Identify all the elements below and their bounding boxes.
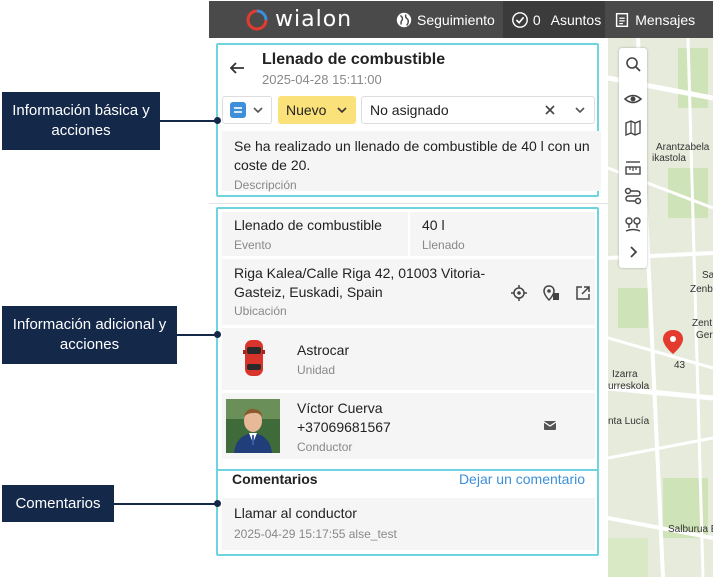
divider [209,203,608,204]
status-select[interactable]: Nuevo [278,96,356,124]
send-message-icon[interactable] [541,416,559,434]
callout-dot [214,331,221,338]
description-block: Se ha realizado un llenado de combustibl… [222,131,601,192]
status-label: Nuevo [286,102,327,118]
unit-label: Unidad [297,363,336,377]
nav-tracking[interactable]: Seguimiento [387,1,503,38]
fill-value: 40 l [422,217,445,233]
add-comment-link[interactable]: Dejar un comentario [459,471,585,487]
map-label: 43 [674,360,686,371]
map-label: urreskola [608,381,650,392]
open-external-icon[interactable] [574,284,592,302]
chevron-right-icon[interactable] [623,242,643,262]
map-label: Sa [702,270,713,281]
callout-dot [214,500,221,507]
event-cell: Llenado de combustible Evento [222,212,408,256]
map-layers-icon[interactable] [623,118,643,138]
map-label: Salburua Bk [668,524,713,535]
fill-label: Llenado [422,238,465,252]
map-label: Arantzabela [656,142,710,153]
callout-leader [160,120,218,122]
nav-tracking-label: Seguimiento [417,11,495,28]
chevron-down-icon [253,107,263,114]
nav-messages-label: Mensajes [635,11,696,28]
event-value: Llenado de combustible [234,217,382,233]
additional-info-section: Llenado de combustible Evento 40 l Llena… [216,207,599,496]
driver-name: Víctor Cuerva [297,400,383,416]
chevron-down-icon [575,107,585,114]
brand-name: wialon [275,7,353,32]
chevron-down-icon [337,107,348,114]
callout-leader [177,334,218,336]
car-icon [243,340,265,376]
geofence-pins-icon[interactable] [623,214,643,234]
back-arrow-icon[interactable] [228,59,246,77]
assignee-value: No asignado [370,102,449,118]
show-on-map-icon[interactable] [510,284,528,302]
brand-logo[interactable]: wialon [245,7,365,32]
callout-basic-info-text: Información básica y acciones [12,102,150,139]
unit-value: Astrocar [297,342,350,358]
callout-comments-text: Comentarios [15,494,101,512]
map-toolbar [619,48,647,268]
callout-additional-info: Información adicional y acciones [2,306,177,364]
map-label: Izarra [612,369,638,380]
callout-comments: Comentarios [2,485,114,522]
comment-item: Llamar al conductor 2025-04-29 15:17:55 … [222,498,595,550]
event-label: Evento [234,238,272,252]
callout-dot [214,117,221,124]
wialon-logo-icon [246,9,268,30]
issues-count: 0 [532,11,541,28]
nav-messages[interactable]: Mensajes [605,1,703,38]
comment-meta: 2025-04-29 15:17:55 alse_test [234,527,397,541]
basic-info-section: Llenado de combustible 2025-04-28 15:11:… [216,43,601,197]
eye-icon[interactable] [623,89,643,109]
description-label: Descripción [234,178,297,192]
location-cell: Riga Kalea/Calle Riga 42, 01003 Vitoria-… [222,259,595,325]
create-geofence-icon[interactable] [542,284,560,302]
location-value: Riga Kalea/Calle Riga 42, 01003 Vitoria-… [234,265,486,300]
messages-icon [616,12,629,27]
map-label: Zent [692,318,713,329]
driver-avatar [226,399,280,453]
comments-section: Comentarios Dejar un comentario Llamar a… [216,469,599,556]
nav-issues-label: Asuntos [550,11,602,28]
assignee-select[interactable]: No asignado [361,96,595,124]
route-icon[interactable] [623,186,643,206]
comment-text: Llamar al conductor [234,505,357,521]
event-title: Llenado de combustible [262,51,446,68]
driver-phone: +37069681567 [297,419,391,435]
clear-icon[interactable] [544,104,556,116]
search-icon[interactable] [623,54,643,74]
globe-icon [396,12,412,27]
callout-additional-info-text: Información adicional y acciones [12,316,167,353]
nav-issues[interactable]: 0 Asuntos [502,1,606,38]
top-navigation-bar: wialon Seguimiento 0 Asuntos Mensajes [209,1,713,38]
map-label: ikastola [652,153,686,164]
fill-cell: 40 l Llenado [410,212,595,256]
event-datetime: 2025-04-28 15:11:00 [262,72,382,87]
unit-cell[interactable]: Astrocar Unidad [222,328,595,390]
screenshot-stage: wialon Seguimiento 0 Asuntos Mensajes Ar… [0,0,713,577]
driver-label: Conductor [297,440,353,454]
description-text: Se ha realizado un llenado de combustibl… [234,138,590,173]
comments-header: Comentarios [232,471,318,487]
callout-leader [114,503,218,505]
issue-panel: Llenado de combustible 2025-04-28 15:11:… [209,38,608,577]
location-label: Ubicación [234,304,287,318]
map-label: Zenb [690,284,713,295]
check-circle-icon [511,11,528,28]
list-type-icon [230,102,246,118]
map-label: Ger [696,330,713,341]
driver-cell[interactable]: Víctor Cuerva +37069681567 Conductor [222,393,595,459]
ruler-icon[interactable] [623,158,643,178]
type-select[interactable] [222,96,272,124]
map-label: nta Lucía [608,416,650,427]
callout-basic-info: Información básica y acciones [2,92,160,150]
